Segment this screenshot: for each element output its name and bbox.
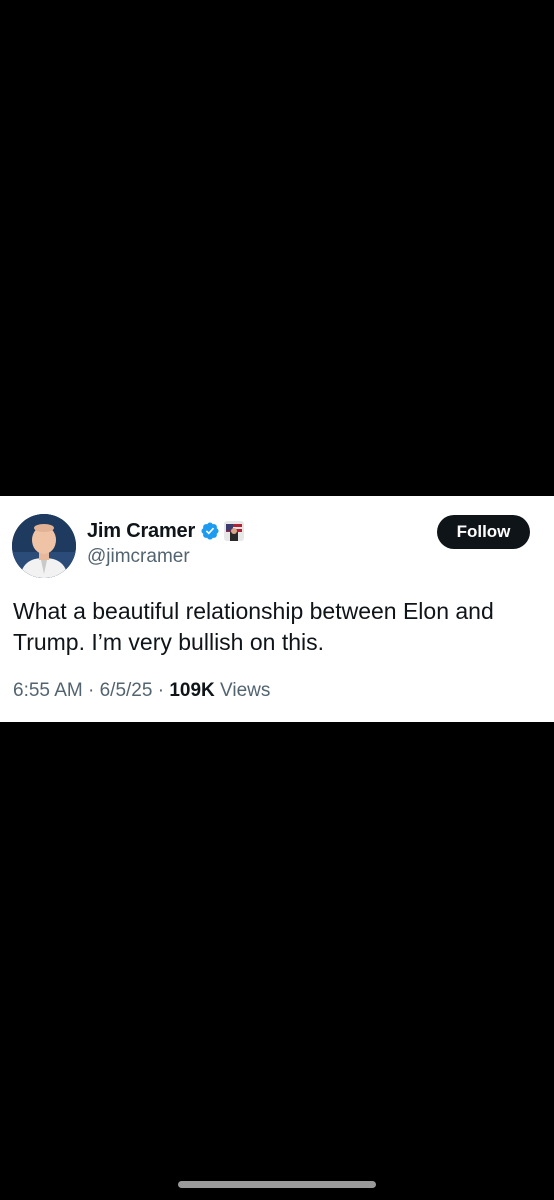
tweet-date[interactable]: 6/5/25 <box>100 680 153 701</box>
tweet-meta: 6:55 AM · 6/5/25 · 109K Views <box>13 680 270 702</box>
views-label: Views <box>214 680 271 701</box>
tweet-time[interactable]: 6:55 AM <box>13 680 83 701</box>
name-row: Jim Cramer <box>87 518 245 544</box>
meta-separator: · <box>152 680 170 701</box>
handle[interactable]: @jimcramer <box>87 546 190 568</box>
tweet-text: What a beautiful relationship between El… <box>13 598 494 655</box>
affiliate-badge-icon[interactable] <box>224 521 245 541</box>
screen: Jim Cramer @jimcramer Follow What a beau… <box>0 0 554 1200</box>
display-name[interactable]: Jim Cramer <box>87 520 195 543</box>
home-indicator[interactable] <box>178 1181 376 1188</box>
avatar[interactable] <box>12 514 76 578</box>
tweet-card[interactable]: Jim Cramer @jimcramer Follow What a beau… <box>0 496 554 722</box>
avatar-image <box>12 514 76 578</box>
views-count[interactable]: 109K <box>169 680 214 701</box>
verified-badge-icon[interactable] <box>200 521 220 541</box>
follow-button[interactable]: Follow <box>437 515 530 549</box>
meta-separator: · <box>82 680 100 701</box>
